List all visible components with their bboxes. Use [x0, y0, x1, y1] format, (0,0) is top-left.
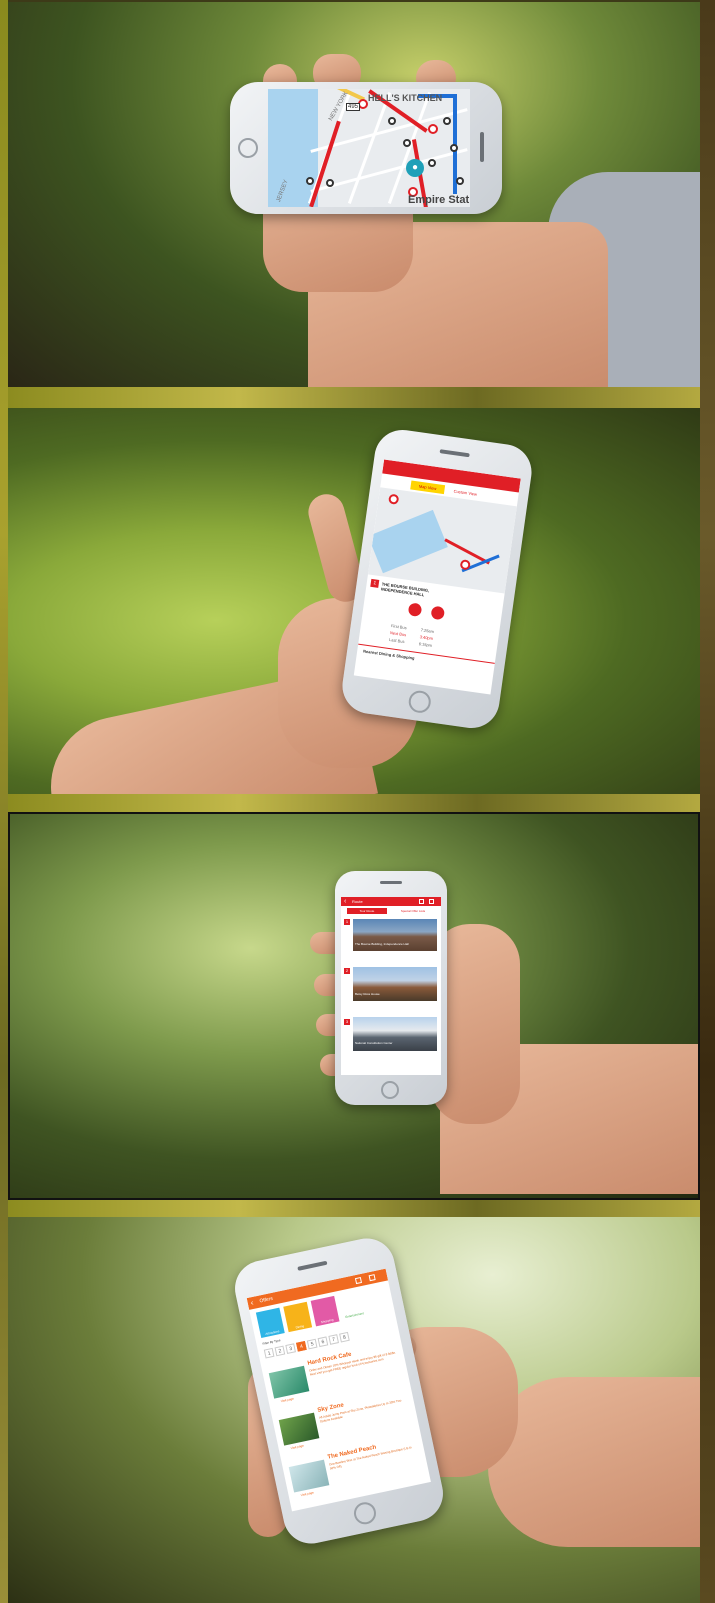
home-icon[interactable] — [368, 1274, 376, 1282]
route-stop-marker[interactable] — [428, 124, 438, 134]
speaker — [480, 132, 484, 162]
street — [310, 148, 468, 193]
map-label-empire-state: Empire Stat — [408, 194, 470, 206]
phone-portrait: ‹ Route Tour Route Special Offer Lists 1… — [335, 871, 447, 1105]
phone-screen: ‹ Offers Attractions Dining Shopping Ent… — [246, 1268, 431, 1512]
home-button — [351, 1500, 379, 1527]
photo-panel-map-landscape: ● HELL'S KITCHEN NEW YORK 495 JERSEY Emp… — [8, 2, 700, 387]
left-border — [0, 0, 8, 1603]
phone-screen: ‹ Route Tour Route Special Offer Lists 1… — [341, 897, 441, 1075]
river — [367, 509, 448, 574]
stop-number: 1 — [370, 578, 380, 588]
stop-marker[interactable] — [443, 117, 451, 125]
photo-panel-offers: ‹ Offers Attractions Dining Shopping Ent… — [8, 1217, 700, 1603]
map-label-hells-kitchen: HELL'S KITCHEN — [368, 93, 443, 103]
chevron-left-icon[interactable]: ‹ — [344, 897, 346, 906]
home-button — [238, 138, 258, 158]
page-6[interactable]: 6 — [317, 1336, 329, 1348]
filter-icon[interactable] — [354, 1276, 363, 1285]
route-stop-marker[interactable] — [388, 493, 400, 505]
offer-visit-link[interactable]: Visit page — [300, 1491, 314, 1498]
tab-tour-route[interactable]: Tour Route — [347, 908, 387, 914]
bus-icon[interactable] — [407, 602, 423, 618]
right-border — [700, 0, 715, 1603]
map-label-495: 495 — [346, 103, 361, 111]
category-shopping[interactable]: Shopping — [310, 1295, 340, 1327]
speaker — [380, 881, 402, 884]
header-title: Offers — [259, 1295, 274, 1305]
separator-1 — [0, 387, 715, 408]
photo-panel-map-view: Map View Custom View 1 THE BOURSE BUILDI… — [8, 408, 700, 794]
map-view[interactable] — [367, 487, 517, 594]
app-header: ‹ Route — [341, 897, 441, 906]
speaker — [439, 449, 470, 458]
stop-name: Betsy Ross House — [355, 992, 380, 996]
offer-photo[interactable] — [278, 1412, 320, 1446]
camera-icon[interactable]: ● — [406, 159, 424, 177]
phone-screen: Map View Custom View 1 THE BOURSE BUILDI… — [353, 459, 521, 695]
page-7[interactable]: 7 — [328, 1334, 340, 1345]
category-attractions[interactable]: Attractions — [255, 1307, 285, 1339]
header-title: Route — [352, 899, 363, 904]
page-2[interactable]: 2 — [274, 1345, 286, 1357]
stop-name: The Bourse Building, Independence Hall — [355, 942, 409, 946]
stop-marker[interactable] — [450, 144, 458, 152]
stop-number: 3 — [344, 1019, 350, 1025]
offer-photo[interactable] — [268, 1365, 310, 1399]
stop-marker[interactable] — [428, 159, 436, 167]
stop-number: 2 — [344, 968, 350, 974]
map-icon[interactable] — [419, 899, 424, 904]
last-bus-label: Last Bus — [388, 636, 405, 645]
stop-marker[interactable] — [306, 177, 314, 185]
category-entertainment[interactable]: Entertainment — [338, 1290, 367, 1321]
home-button — [381, 1081, 399, 1099]
offer-visit-link[interactable]: Visit page — [280, 1397, 294, 1404]
offer-photo[interactable] — [288, 1459, 330, 1493]
ticket-icon[interactable] — [430, 605, 446, 621]
photo-panel-route-list: ‹ Route Tour Route Special Offer Lists 1… — [8, 812, 700, 1200]
phone-portrait: Map View Custom View 1 THE BOURSE BUILDI… — [338, 426, 536, 732]
stop-photo[interactable] — [353, 919, 437, 951]
map-view[interactable]: ● HELL'S KITCHEN NEW YORK 495 JERSEY Emp… — [268, 89, 470, 207]
separator-2 — [0, 794, 715, 812]
category-dining[interactable]: Dining — [283, 1301, 313, 1333]
phone-landscape: ● HELL'S KITCHEN NEW YORK 495 JERSEY Emp… — [230, 82, 502, 214]
stop-marker[interactable] — [326, 179, 334, 187]
offer-visit-link[interactable]: Visit page — [290, 1444, 304, 1451]
stop-marker[interactable] — [403, 139, 411, 147]
tab-special-offers[interactable]: Special Offer Lists — [391, 908, 435, 914]
stop-marker[interactable] — [456, 177, 464, 185]
separator-3 — [0, 1200, 715, 1217]
stop-name: National Constitution Center — [355, 1041, 393, 1045]
stop-marker[interactable] — [388, 117, 396, 125]
sort-label: Filter By Type — [262, 1338, 281, 1346]
stop-number: 1 — [344, 919, 350, 925]
home-icon[interactable] — [429, 899, 434, 904]
page-1[interactable]: 1 — [263, 1347, 275, 1359]
last-bus-time: 6:15pm — [418, 641, 433, 648]
arm — [488, 1377, 700, 1547]
page-3[interactable]: 3 — [285, 1343, 296, 1354]
page-5[interactable]: 5 — [306, 1338, 318, 1350]
page-8[interactable]: 8 — [339, 1331, 350, 1343]
speaker — [297, 1260, 328, 1271]
chevron-left-icon[interactable]: ‹ — [250, 1297, 255, 1309]
home-button — [407, 689, 433, 715]
stop-photo[interactable] — [353, 1017, 437, 1051]
page-4[interactable]: 4 — [296, 1341, 307, 1352]
